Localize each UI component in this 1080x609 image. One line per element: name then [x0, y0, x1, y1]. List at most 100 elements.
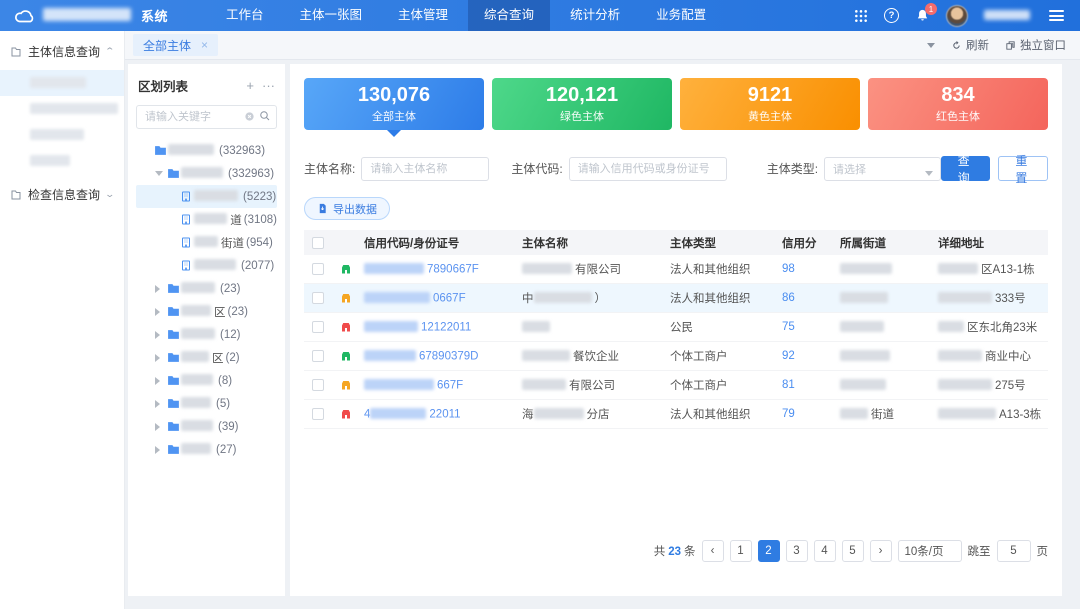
- subject-code-input[interactable]: [569, 157, 727, 181]
- chevron-right-icon[interactable]: [153, 354, 165, 362]
- notification-bell-icon[interactable]: 1: [915, 8, 930, 23]
- chevron-right-icon[interactable]: [153, 423, 165, 431]
- page-button-5[interactable]: 5: [842, 540, 864, 562]
- tab-close-icon[interactable]: ×: [201, 38, 208, 52]
- page-size-select[interactable]: 10条/页: [898, 540, 962, 562]
- row-checkbox[interactable]: [312, 408, 324, 420]
- redacted-region-name: [181, 420, 213, 431]
- page-button-2[interactable]: 2: [758, 540, 780, 562]
- page-button-3[interactable]: 3: [786, 540, 808, 562]
- tab-all-subjects[interactable]: 全部主体 ×: [133, 34, 218, 56]
- next-page-button[interactable]: ›: [870, 540, 892, 562]
- chevron-right-icon[interactable]: [153, 446, 165, 454]
- region-count: (332963): [228, 168, 274, 180]
- apps-grid-icon[interactable]: [854, 9, 868, 23]
- building-icon: [178, 191, 194, 202]
- sidebar-item[interactable]: [0, 148, 124, 174]
- stat-card-green[interactable]: 120,121绿色主体: [492, 78, 672, 130]
- chevron-right-icon[interactable]: [153, 400, 165, 408]
- redacted-subject-name: [534, 408, 584, 419]
- select-all-checkbox[interactable]: [312, 237, 324, 249]
- tree-node[interactable]: (5223): [136, 185, 277, 208]
- page-button-1[interactable]: 1: [730, 540, 752, 562]
- type-filter-label: 主体类型:: [767, 160, 818, 177]
- chevron-right-icon[interactable]: [153, 377, 165, 385]
- jump-page-input[interactable]: [997, 540, 1031, 562]
- tree-node[interactable]: (12): [136, 323, 277, 346]
- redacted-subject-name: [522, 263, 572, 274]
- tree-node[interactable]: 区 (2): [136, 346, 277, 369]
- chevron-down-icon[interactable]: [153, 168, 165, 180]
- add-region-icon[interactable]: +: [246, 78, 254, 93]
- tree-node[interactable]: 区 (23): [136, 300, 277, 323]
- tree-node[interactable]: (5): [136, 392, 277, 415]
- table-row[interactable]: 7890667F有限公司法人和其他组织98区A13-1栋: [304, 255, 1048, 284]
- tree-node[interactable]: (8): [136, 369, 277, 392]
- tree-node[interactable]: (2077): [136, 254, 277, 277]
- credit-score[interactable]: 75: [782, 321, 840, 333]
- row-checkbox[interactable]: [312, 292, 324, 304]
- credit-score[interactable]: 86: [782, 292, 840, 304]
- folder-list-icon: [10, 189, 22, 201]
- row-checkbox[interactable]: [312, 350, 324, 362]
- subject-name: 有限公司: [522, 377, 670, 393]
- nav-item-综合查询[interactable]: 综合查询: [468, 0, 550, 31]
- credit-score[interactable]: 98: [782, 263, 840, 275]
- sidebar-group-2[interactable]: 检查信息查询⌄: [0, 174, 124, 213]
- credit-score[interactable]: 92: [782, 350, 840, 362]
- tree-node[interactable]: (332963): [136, 162, 277, 185]
- table-row[interactable]: 422011海分店法人和其他组织79街道A13-3栋: [304, 400, 1048, 429]
- export-data-button[interactable]: 导出数据: [304, 197, 390, 220]
- stat-card-orange[interactable]: 9121黄色主体: [680, 78, 860, 130]
- tabs-dropdown-icon[interactable]: [927, 43, 935, 52]
- stat-card-red[interactable]: 834红色主体: [868, 78, 1048, 130]
- subject-name-input[interactable]: [361, 157, 489, 181]
- table-row[interactable]: 12122011公民75区东北角23米: [304, 313, 1048, 342]
- open-window-button[interactable]: 独立窗口: [1005, 37, 1066, 53]
- nav-item-业务配置[interactable]: 业务配置: [640, 0, 722, 31]
- sidebar-item[interactable]: [0, 122, 124, 148]
- nav-item-主体一张图[interactable]: 主体一张图: [284, 0, 379, 31]
- table-row[interactable]: 0667F中）法人和其他组织86333号: [304, 284, 1048, 313]
- clear-icon[interactable]: [244, 111, 255, 122]
- chevron-right-icon[interactable]: [153, 331, 165, 339]
- tree-node[interactable]: 街道 (954): [136, 231, 277, 254]
- tree-node[interactable]: (332963): [136, 139, 277, 162]
- menu-hamburger-icon[interactable]: [1049, 10, 1064, 21]
- table-row[interactable]: 67890379D餐饮企业个体工商户92商业中心: [304, 342, 1048, 371]
- table-row[interactable]: 667F有限公司个体工商户81275号: [304, 371, 1048, 400]
- nav-item-统计分析[interactable]: 统计分析: [554, 0, 636, 31]
- subject-type-select[interactable]: 请选择: [824, 157, 941, 181]
- more-options-icon[interactable]: ···: [262, 78, 275, 93]
- subject-type: 个体工商户: [670, 348, 782, 364]
- stat-card-blue[interactable]: 130,076全部主体: [304, 78, 484, 130]
- tree-node[interactable]: (39): [136, 415, 277, 438]
- tree-node[interactable]: (27): [136, 438, 277, 461]
- sidebar-item[interactable]: [0, 70, 124, 96]
- refresh-button[interactable]: 刷新: [951, 37, 989, 53]
- sidebar-item[interactable]: [0, 96, 124, 122]
- prev-page-button[interactable]: ‹: [702, 540, 724, 562]
- credit-score[interactable]: 79: [782, 408, 840, 420]
- name-filter-label: 主体名称:: [304, 160, 355, 177]
- nav-item-主体管理[interactable]: 主体管理: [382, 0, 464, 31]
- search-button[interactable]: 查询: [941, 156, 991, 181]
- chevron-right-icon[interactable]: [153, 308, 165, 316]
- nav-item-工作台[interactable]: 工作台: [210, 0, 280, 31]
- search-icon[interactable]: [259, 110, 271, 122]
- help-icon[interactable]: ?: [884, 8, 899, 23]
- user-avatar[interactable]: [946, 5, 968, 27]
- credit-score[interactable]: 81: [782, 379, 840, 391]
- credit-code: 67890379D: [364, 350, 522, 363]
- tree-node[interactable]: (23): [136, 277, 277, 300]
- row-checkbox[interactable]: [312, 379, 324, 391]
- row-checkbox[interactable]: [312, 321, 324, 333]
- row-checkbox[interactable]: [312, 263, 324, 275]
- chevron-right-icon[interactable]: [153, 285, 165, 293]
- page-button-4[interactable]: 4: [814, 540, 836, 562]
- stat-label: 红色主体: [936, 108, 980, 124]
- tree-node[interactable]: 道 (3108): [136, 208, 277, 231]
- reset-button[interactable]: 重置: [998, 156, 1048, 181]
- subject-type: 法人和其他组织: [670, 290, 782, 306]
- sidebar-group-1[interactable]: 主体信息查询⌃: [0, 31, 124, 70]
